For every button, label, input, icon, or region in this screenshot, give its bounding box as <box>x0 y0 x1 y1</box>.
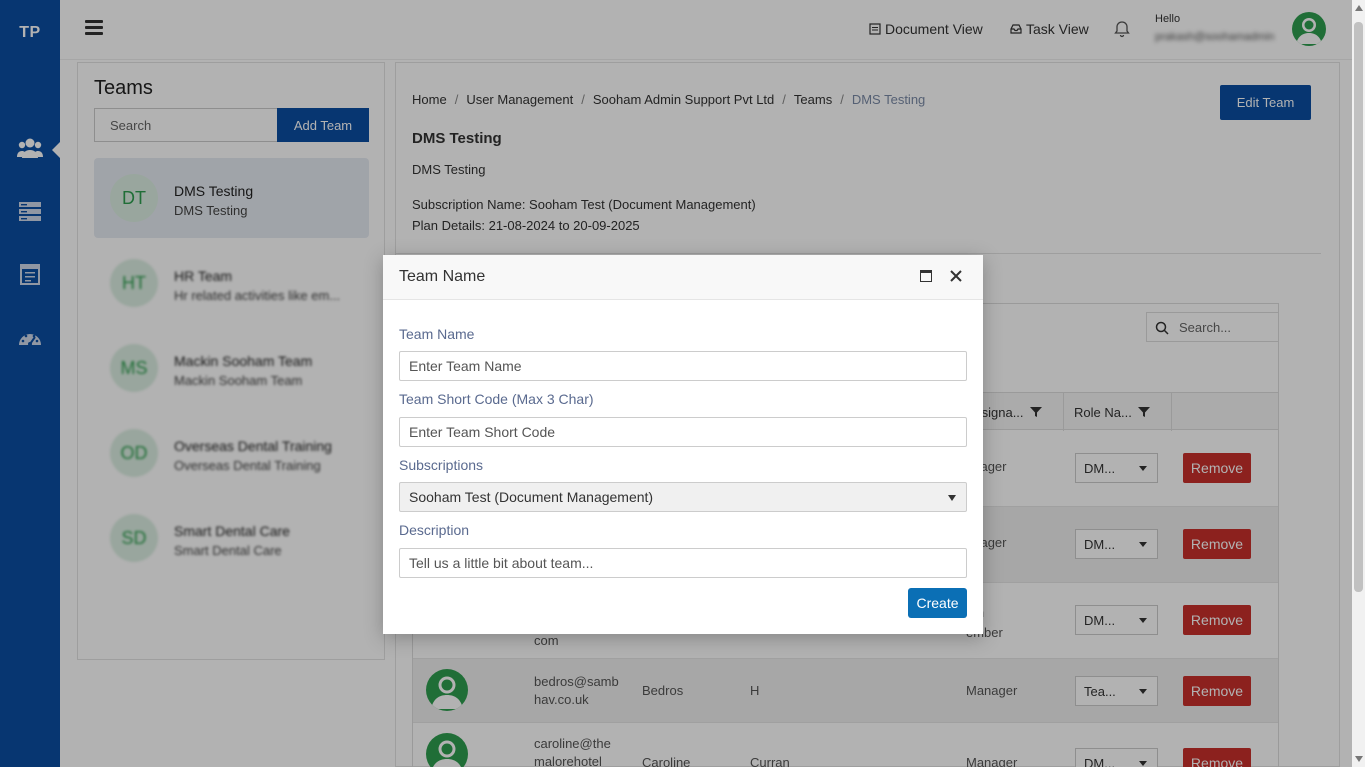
chevron-down-icon <box>948 495 956 501</box>
team-name-input[interactable]: Enter Team Name <box>399 351 967 381</box>
dialog-title: Team Name <box>399 268 486 285</box>
description-label: Description <box>399 522 470 538</box>
subscriptions-select[interactable]: Sooham Test (Document Management) <box>399 482 967 512</box>
dialog-header: Team Name <box>383 255 983 300</box>
description-input[interactable]: Tell us a little bit about team... <box>399 548 967 578</box>
short-code-label: Team Short Code (Max 3 Char) <box>399 391 594 407</box>
create-button[interactable]: Create <box>908 588 967 618</box>
page-scrollbar[interactable] <box>1352 0 1365 767</box>
subscriptions-label: Subscriptions <box>399 457 484 473</box>
team-name-label: Team Name <box>399 326 475 342</box>
close-icon[interactable] <box>948 268 964 284</box>
short-code-input[interactable]: Enter Team Short Code <box>399 417 967 447</box>
scroll-up-icon[interactable] <box>1355 5 1363 11</box>
subscriptions-value: Sooham Test (Document Management) <box>409 489 654 505</box>
maximize-icon[interactable] <box>920 270 932 282</box>
scroll-thumb[interactable] <box>1354 22 1363 592</box>
scroll-down-icon[interactable] <box>1355 756 1363 762</box>
team-name-dialog: Team Name Team Name Enter Team Name Team… <box>383 255 983 634</box>
